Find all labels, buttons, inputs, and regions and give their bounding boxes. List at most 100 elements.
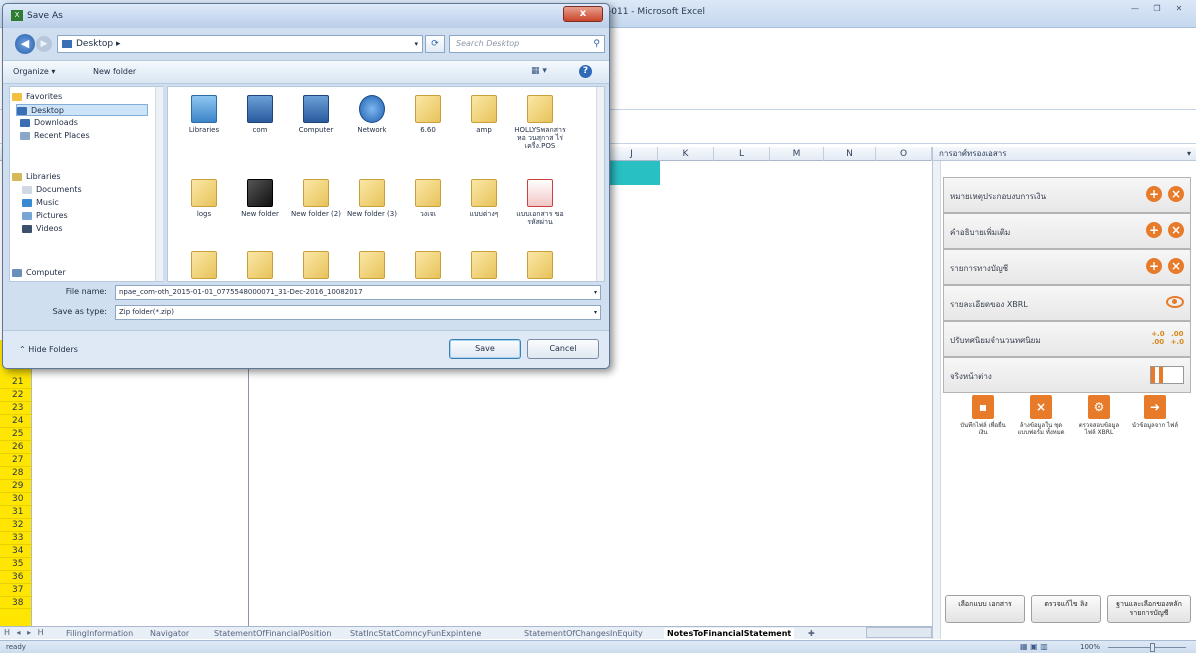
- column-header[interactable]: O: [876, 147, 932, 161]
- sheet-tab[interactable]: Navigator: [150, 628, 189, 639]
- horizontal-scrollbar[interactable]: [866, 627, 932, 638]
- file-item[interactable]: แบบเอกสาร ขอรหัสผ่าน: [512, 179, 568, 226]
- row-header[interactable]: 31: [0, 506, 32, 519]
- file-item[interactable]: HOLLYSพลกสารหอ วนสุกาส ไร่ เครื่ง.POS: [512, 95, 568, 150]
- check-fix-button[interactable]: ตรวจแก้ไข ลิง: [1031, 595, 1101, 623]
- row-header[interactable]: 23: [0, 402, 32, 415]
- view-options-icon[interactable]: ▦ ▾: [531, 66, 547, 76]
- remove-icon[interactable]: ×: [1168, 186, 1184, 202]
- save-as-type-select[interactable]: Zip folder(*.zip) ▾: [115, 305, 601, 320]
- file-item[interactable]: Libraries: [176, 95, 232, 134]
- refresh-icon[interactable]: ⟳: [425, 35, 445, 53]
- sheet-tab[interactable]: StatementOfChangesInEquity: [524, 628, 643, 639]
- file-item[interactable]: New folder (3): [344, 179, 400, 218]
- view-mode-icons[interactable]: ▦ ▣ ▥: [1020, 642, 1048, 651]
- column-header[interactable]: K: [658, 147, 714, 161]
- column-header[interactable]: M: [770, 147, 824, 161]
- select-document-button[interactable]: เลือกแบบ เอกสาร: [945, 595, 1025, 623]
- pane-row-xbrl[interactable]: รายละเอียดของ XBRL: [943, 285, 1191, 321]
- sheet-tab[interactable]: StatIncStatComncyFunExpintene: [350, 628, 481, 639]
- file-item[interactable]: New folder: [232, 179, 288, 218]
- sheet-nav-arrows[interactable]: H ◂ ▸ H: [4, 628, 46, 637]
- file-item[interactable]: [232, 251, 288, 281]
- file-list-scrollbar[interactable]: [596, 87, 604, 281]
- file-item[interactable]: [456, 251, 512, 281]
- dialog-titlebar[interactable]: X Save As x: [3, 4, 609, 28]
- add-icon[interactable]: +: [1146, 258, 1162, 274]
- new-folder-button[interactable]: New folder: [93, 67, 136, 76]
- zoom-slider-thumb[interactable]: [1150, 643, 1155, 652]
- nav-music[interactable]: Music: [22, 197, 59, 209]
- file-item[interactable]: Computer: [288, 95, 344, 134]
- row-header[interactable]: 26: [0, 441, 32, 454]
- nav-downloads[interactable]: Downloads: [20, 117, 78, 129]
- row-header[interactable]: 34: [0, 545, 32, 558]
- chevron-down-icon[interactable]: ▾: [594, 306, 597, 319]
- increase-decimal-icon[interactable]: +.0.00: [1151, 330, 1164, 346]
- file-item[interactable]: [512, 251, 568, 281]
- row-header[interactable]: 21: [0, 376, 32, 389]
- file-item[interactable]: amp: [456, 95, 512, 134]
- file-item[interactable]: New folder (2): [288, 179, 344, 218]
- column-header[interactable]: J: [606, 147, 658, 161]
- nav-documents[interactable]: Documents: [22, 184, 82, 196]
- pane-row-notes[interactable]: หมายเหตุประกอบงบการเงิน + ×: [943, 177, 1191, 213]
- eye-icon[interactable]: [1166, 296, 1184, 308]
- import-data-action[interactable]: ➜ นำข้อมูลจาก ไฟล์: [1131, 395, 1179, 429]
- file-item[interactable]: แบบต่างๆ: [456, 179, 512, 218]
- minimize-icon[interactable]: —: [1126, 3, 1144, 15]
- file-item[interactable]: Network: [344, 95, 400, 134]
- row-header[interactable]: 24: [0, 415, 32, 428]
- save-button[interactable]: Save: [449, 339, 521, 359]
- row-header[interactable]: 35: [0, 558, 32, 571]
- accounts-database-button[interactable]: ฐานและเลือกของหลัก รายการบัญชี: [1107, 595, 1191, 623]
- back-arrow-icon[interactable]: ◀: [15, 34, 35, 54]
- validate-xbrl-action[interactable]: ⚙ ตรวจสอบข้อมูล ไฟล์ XBRL: [1075, 395, 1123, 436]
- row-header[interactable]: 29: [0, 480, 32, 493]
- dropdown-icon[interactable]: ▾: [1187, 147, 1191, 161]
- forward-arrow-icon[interactable]: ▶: [36, 36, 52, 52]
- file-item[interactable]: com: [232, 95, 288, 134]
- file-name-field[interactable]: npae_com-oth_2015-01-01_0775548000071_31…: [115, 285, 601, 300]
- row-header[interactable]: 30: [0, 493, 32, 506]
- insert-sheet-icon[interactable]: ✚: [808, 628, 815, 639]
- remove-icon[interactable]: ×: [1168, 258, 1184, 274]
- nav-recent-places[interactable]: Recent Places: [20, 130, 90, 142]
- file-item[interactable]: [400, 251, 456, 281]
- search-input[interactable]: Search Desktop ⚲: [449, 35, 605, 53]
- close-button[interactable]: x: [563, 6, 603, 22]
- help-icon[interactable]: ?: [579, 65, 592, 78]
- task-pane-scrollbar[interactable]: [933, 161, 941, 639]
- row-header[interactable]: 37: [0, 584, 32, 597]
- column-header[interactable]: N: [824, 147, 876, 161]
- zoom-level[interactable]: 100%: [1080, 643, 1100, 651]
- nav-libraries[interactable]: Libraries: [12, 171, 61, 183]
- row-header[interactable]: 36: [0, 571, 32, 584]
- file-item[interactable]: [176, 251, 232, 281]
- pane-row-explanation[interactable]: คำอธิบายเพิ่มเติม + ×: [943, 213, 1191, 249]
- nav-desktop[interactable]: Desktop: [16, 104, 148, 116]
- chevron-down-icon[interactable]: ▾: [414, 36, 418, 52]
- nav-computer[interactable]: Computer: [12, 267, 66, 279]
- pane-row-window[interactable]: จริงหน้าต่าง: [943, 357, 1191, 393]
- search-icon[interactable]: ⚲: [593, 36, 600, 52]
- add-icon[interactable]: +: [1146, 222, 1162, 238]
- row-header[interactable]: 27: [0, 454, 32, 467]
- add-icon[interactable]: +: [1146, 186, 1162, 202]
- sheet-tab[interactable]: FilingInformation: [66, 628, 133, 639]
- chevron-down-icon[interactable]: ▾: [594, 286, 597, 299]
- file-item[interactable]: 6.60: [400, 95, 456, 134]
- file-item[interactable]: [288, 251, 344, 281]
- nav-pictures[interactable]: Pictures: [22, 210, 68, 222]
- save-file-action[interactable]: ▪ บันทึกไฟล์ เพื่อยื่นเงิน: [959, 395, 1007, 436]
- close-icon[interactable]: ✕: [1170, 3, 1188, 15]
- file-item[interactable]: [344, 251, 400, 281]
- nav-favorites[interactable]: Favorites: [12, 91, 62, 103]
- column-header[interactable]: L: [714, 147, 770, 161]
- row-header[interactable]: 22: [0, 389, 32, 402]
- freeze-panes-icon[interactable]: [1150, 366, 1184, 384]
- restore-icon[interactable]: ❐: [1148, 3, 1166, 15]
- zoom-slider[interactable]: [1108, 647, 1186, 648]
- file-item[interactable]: logs: [176, 179, 232, 218]
- organize-menu[interactable]: Organize ▾: [13, 67, 55, 76]
